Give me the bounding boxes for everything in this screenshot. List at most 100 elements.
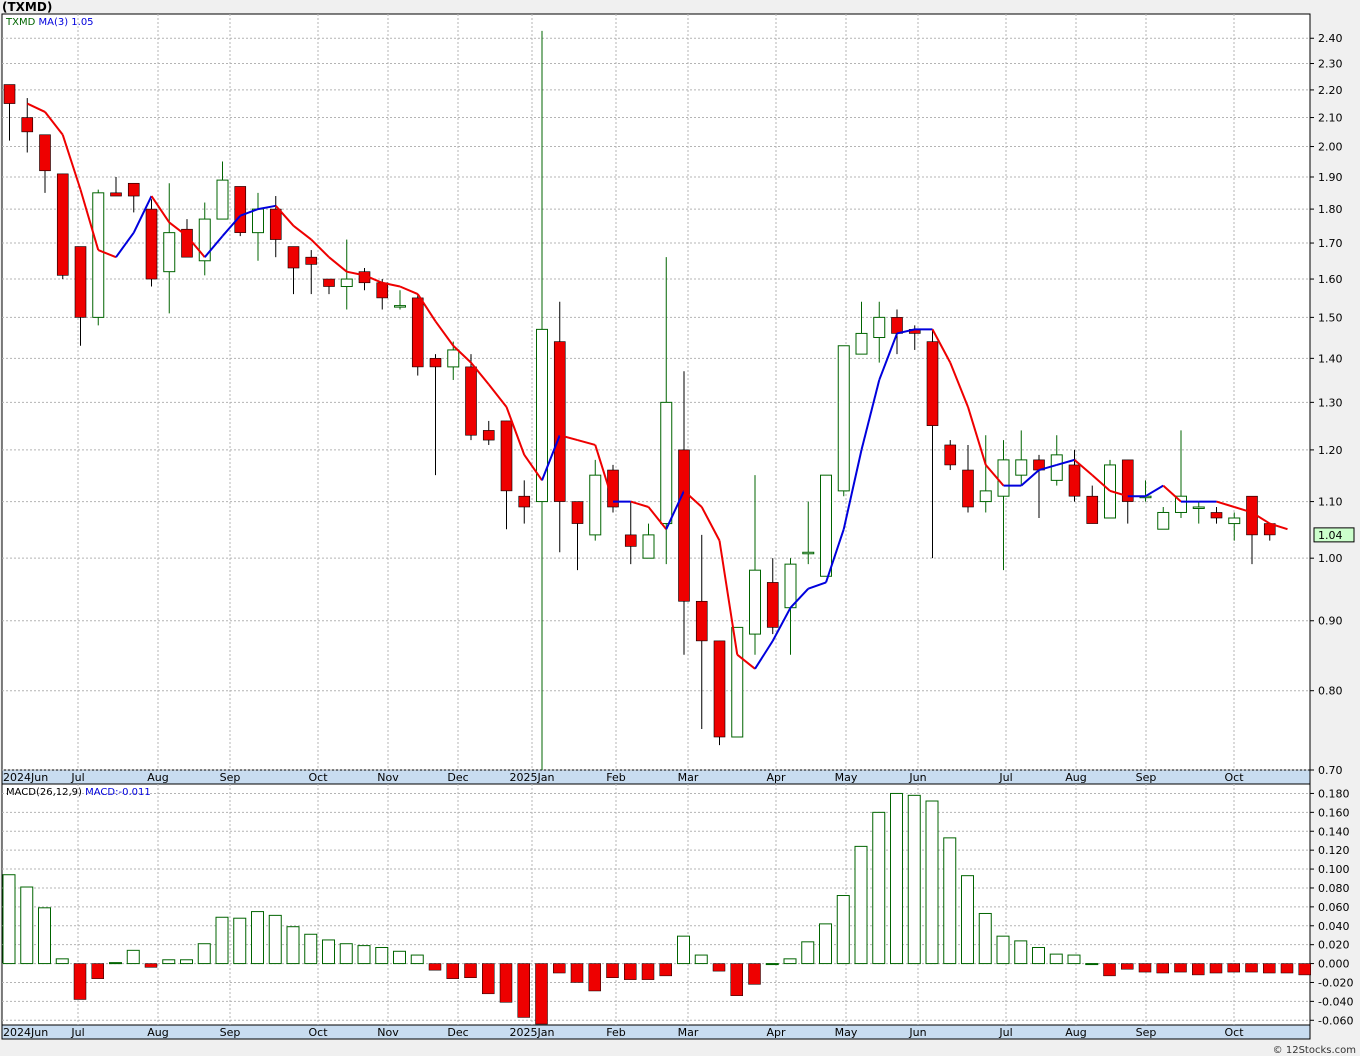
macd-tick-label: 0.080 xyxy=(1318,882,1350,895)
macd-bar-positive xyxy=(304,933,318,965)
price-date-label: Jul xyxy=(998,771,1012,784)
macd-bar-negative xyxy=(1192,963,1205,976)
price-tick-label: 0.90 xyxy=(1318,615,1343,628)
price-date-label: Nov xyxy=(377,771,399,784)
price-tick-label: 1.00 xyxy=(1318,552,1343,565)
price-tick-label: 1.60 xyxy=(1318,273,1343,286)
candle-body-down xyxy=(571,501,584,524)
macd-bar-positive xyxy=(978,912,992,965)
candle-body-down xyxy=(1068,464,1081,497)
candle-body-down xyxy=(376,282,389,299)
macd-bar-positive xyxy=(765,963,779,966)
macd-bar-positive xyxy=(339,943,353,965)
macd-bar-positive xyxy=(854,845,868,965)
candle-body-up xyxy=(216,179,229,220)
candle-body-down xyxy=(3,84,16,104)
candle-body-down xyxy=(944,444,957,466)
candle-body-down xyxy=(891,317,903,334)
macd-bar-positive xyxy=(677,935,690,965)
macd-bar-positive xyxy=(1032,947,1045,965)
macd-bar-negative xyxy=(91,963,104,979)
macd-bar-negative xyxy=(1103,963,1116,977)
price-date-label: Aug xyxy=(147,771,168,784)
macd-bar-negative xyxy=(1227,963,1240,973)
candle-body-down xyxy=(110,192,122,197)
candle-body-down xyxy=(323,278,335,287)
macd-panel xyxy=(1,783,1311,1026)
price-date-label: Apr xyxy=(766,771,786,784)
price-tick-label: 1.90 xyxy=(1318,171,1343,184)
candle-body-down xyxy=(127,182,140,197)
macd-bar-positive xyxy=(694,954,708,965)
candle-body-down xyxy=(305,256,318,265)
candle-body-down xyxy=(56,173,69,276)
macd-tick-label: 0.060 xyxy=(1318,901,1350,914)
candle-body-down xyxy=(411,297,424,368)
price-date-label: Dec xyxy=(447,771,468,784)
candle-body-up xyxy=(873,316,886,339)
candle-body-down xyxy=(287,246,300,269)
price-date-label: Oct xyxy=(308,771,328,784)
macd-bar-negative xyxy=(1263,963,1276,974)
price-tick-label: 2.30 xyxy=(1318,58,1343,71)
candle-body-up xyxy=(820,474,832,577)
candle-body-down xyxy=(1210,512,1223,519)
candle-body-down xyxy=(695,600,708,642)
macd-tick-label: 0.100 xyxy=(1318,863,1350,876)
price-tick-label: 1.50 xyxy=(1318,311,1343,324)
price-tick-label: 1.80 xyxy=(1318,203,1343,216)
candle-body-down xyxy=(429,358,442,368)
candle-body-up xyxy=(163,232,176,273)
price-tick-label: 2.00 xyxy=(1318,141,1343,154)
macd-bar-negative xyxy=(1121,963,1134,970)
macd-bar-positive xyxy=(375,947,389,965)
candle-body-up xyxy=(784,563,797,609)
macd-bar-positive xyxy=(907,794,921,965)
macd-bar-positive xyxy=(925,800,939,965)
price-date-label: Feb xyxy=(606,771,625,784)
macd-bar-positive xyxy=(1085,963,1099,966)
candle-body-up xyxy=(1015,459,1028,476)
macd-bar-negative xyxy=(446,963,459,979)
price-tick-label: 1.30 xyxy=(1318,396,1343,409)
macd-date-label: Sep xyxy=(220,1026,241,1039)
macd-date-label: Jul xyxy=(70,1026,84,1039)
credit-text: © 12Stocks.com xyxy=(1272,1045,1356,1056)
candle-body-down xyxy=(518,495,531,508)
candle-body-down xyxy=(39,134,51,172)
candle-body-up xyxy=(340,278,353,288)
macd-bar-positive xyxy=(215,916,229,965)
candle-body-up xyxy=(1050,454,1063,481)
candle-body-up xyxy=(1192,506,1205,509)
price-date-label: 2025Jan xyxy=(510,771,555,784)
candle-body-up xyxy=(660,401,673,525)
price-date-label: Sep xyxy=(220,771,241,784)
candle-body-down xyxy=(553,341,566,502)
macd-legend: MACD(26,12,9) MACD:-0.011 xyxy=(6,787,151,798)
macd-tick-label: 0.120 xyxy=(1318,844,1350,857)
macd-bar-positive xyxy=(2,874,16,965)
macd-tick-label: -0.040 xyxy=(1318,995,1353,1008)
macd-date-label: May xyxy=(835,1026,858,1039)
macd-bar-positive xyxy=(357,945,371,965)
macd-bar-negative xyxy=(712,963,726,972)
price-date-label: Aug xyxy=(1065,771,1086,784)
macd-bar-positive xyxy=(1067,954,1081,965)
macd-bar-negative xyxy=(1174,963,1187,973)
macd-bar-negative xyxy=(1138,963,1152,973)
macd-date-axis xyxy=(1,1024,1311,1040)
candle-body-up xyxy=(749,569,761,635)
macd-bar-negative xyxy=(535,963,548,1025)
macd-bar-negative xyxy=(606,963,619,978)
price-tick-label: 2.20 xyxy=(1318,84,1343,97)
macd-date-label: Mar xyxy=(678,1026,699,1039)
macd-bar-positive xyxy=(943,837,957,965)
price-date-label: Jul xyxy=(70,771,84,784)
macd-bar-negative xyxy=(570,963,584,983)
candle-body-down xyxy=(465,366,477,436)
candle-body-up xyxy=(589,474,602,536)
macd-bar-negative xyxy=(499,963,513,1003)
macd-bar-positive xyxy=(872,811,886,965)
macd-date-label: Nov xyxy=(377,1026,399,1039)
macd-bar-positive xyxy=(322,939,335,965)
